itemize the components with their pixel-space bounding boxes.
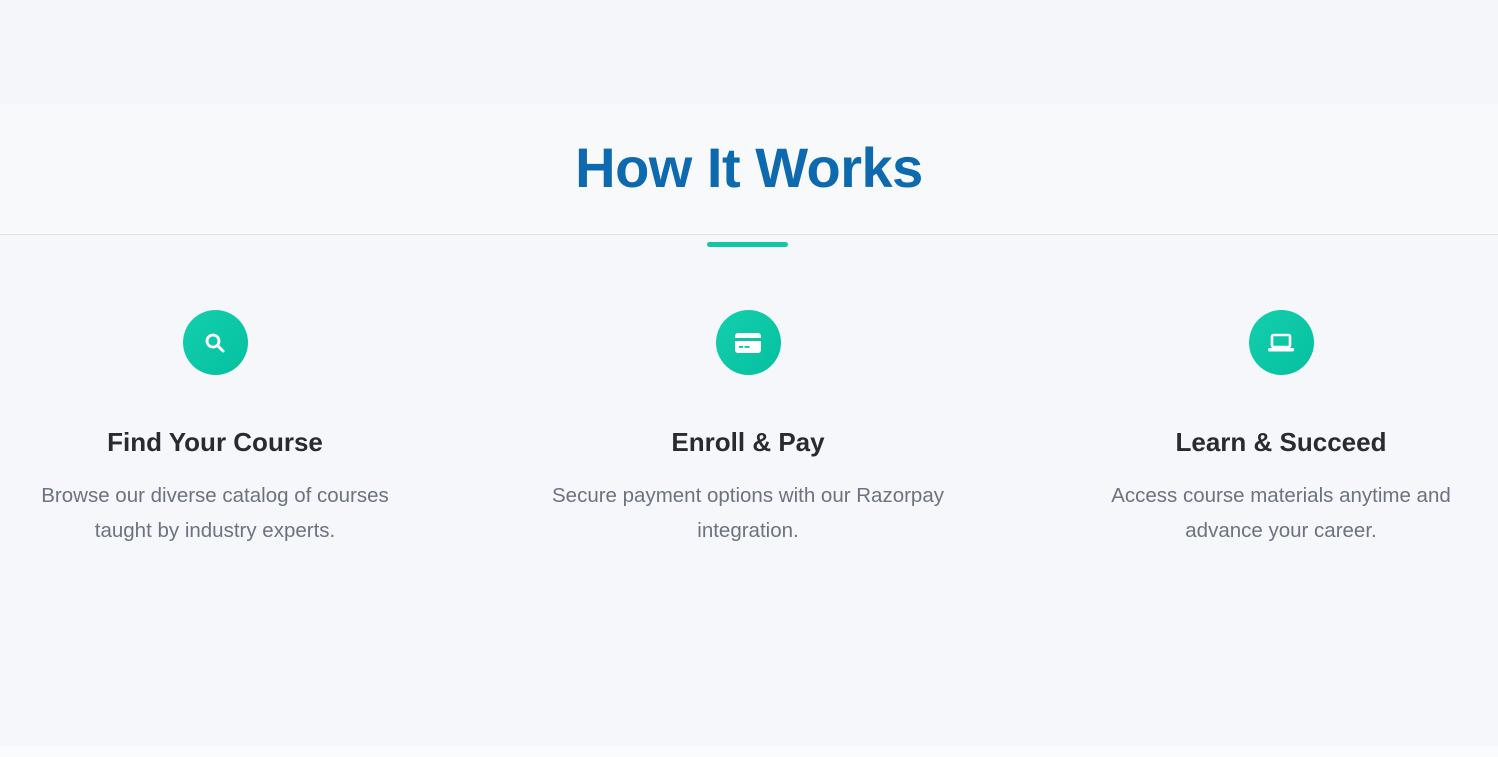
top-band: [0, 0, 1498, 104]
step-title: Learn & Succeed: [1175, 427, 1387, 457]
step-learn-succeed: Learn & Succeed Access course materials …: [1066, 310, 1496, 548]
credit-card-icon: [715, 310, 781, 375]
step-description: Secure payment options with our Razorpay…: [552, 484, 944, 542]
bottom-strip: [0, 746, 1498, 757]
title-underline: [707, 242, 788, 247]
step-enroll-pay: Enroll & Pay Secure payment options with…: [533, 310, 963, 548]
step-find-course: Find Your Course Browse our diverse cata…: [0, 310, 430, 548]
step-title: Enroll & Pay: [671, 427, 825, 457]
step-description: Access course materials anytime and adva…: [1111, 484, 1451, 542]
step-description: Browse our diverse catalog of courses ta…: [41, 484, 389, 542]
section-title: How It Works: [575, 136, 923, 199]
step-title: Find Your Course: [107, 427, 323, 457]
search-icon: [182, 310, 248, 375]
laptop-icon: [1248, 310, 1314, 375]
